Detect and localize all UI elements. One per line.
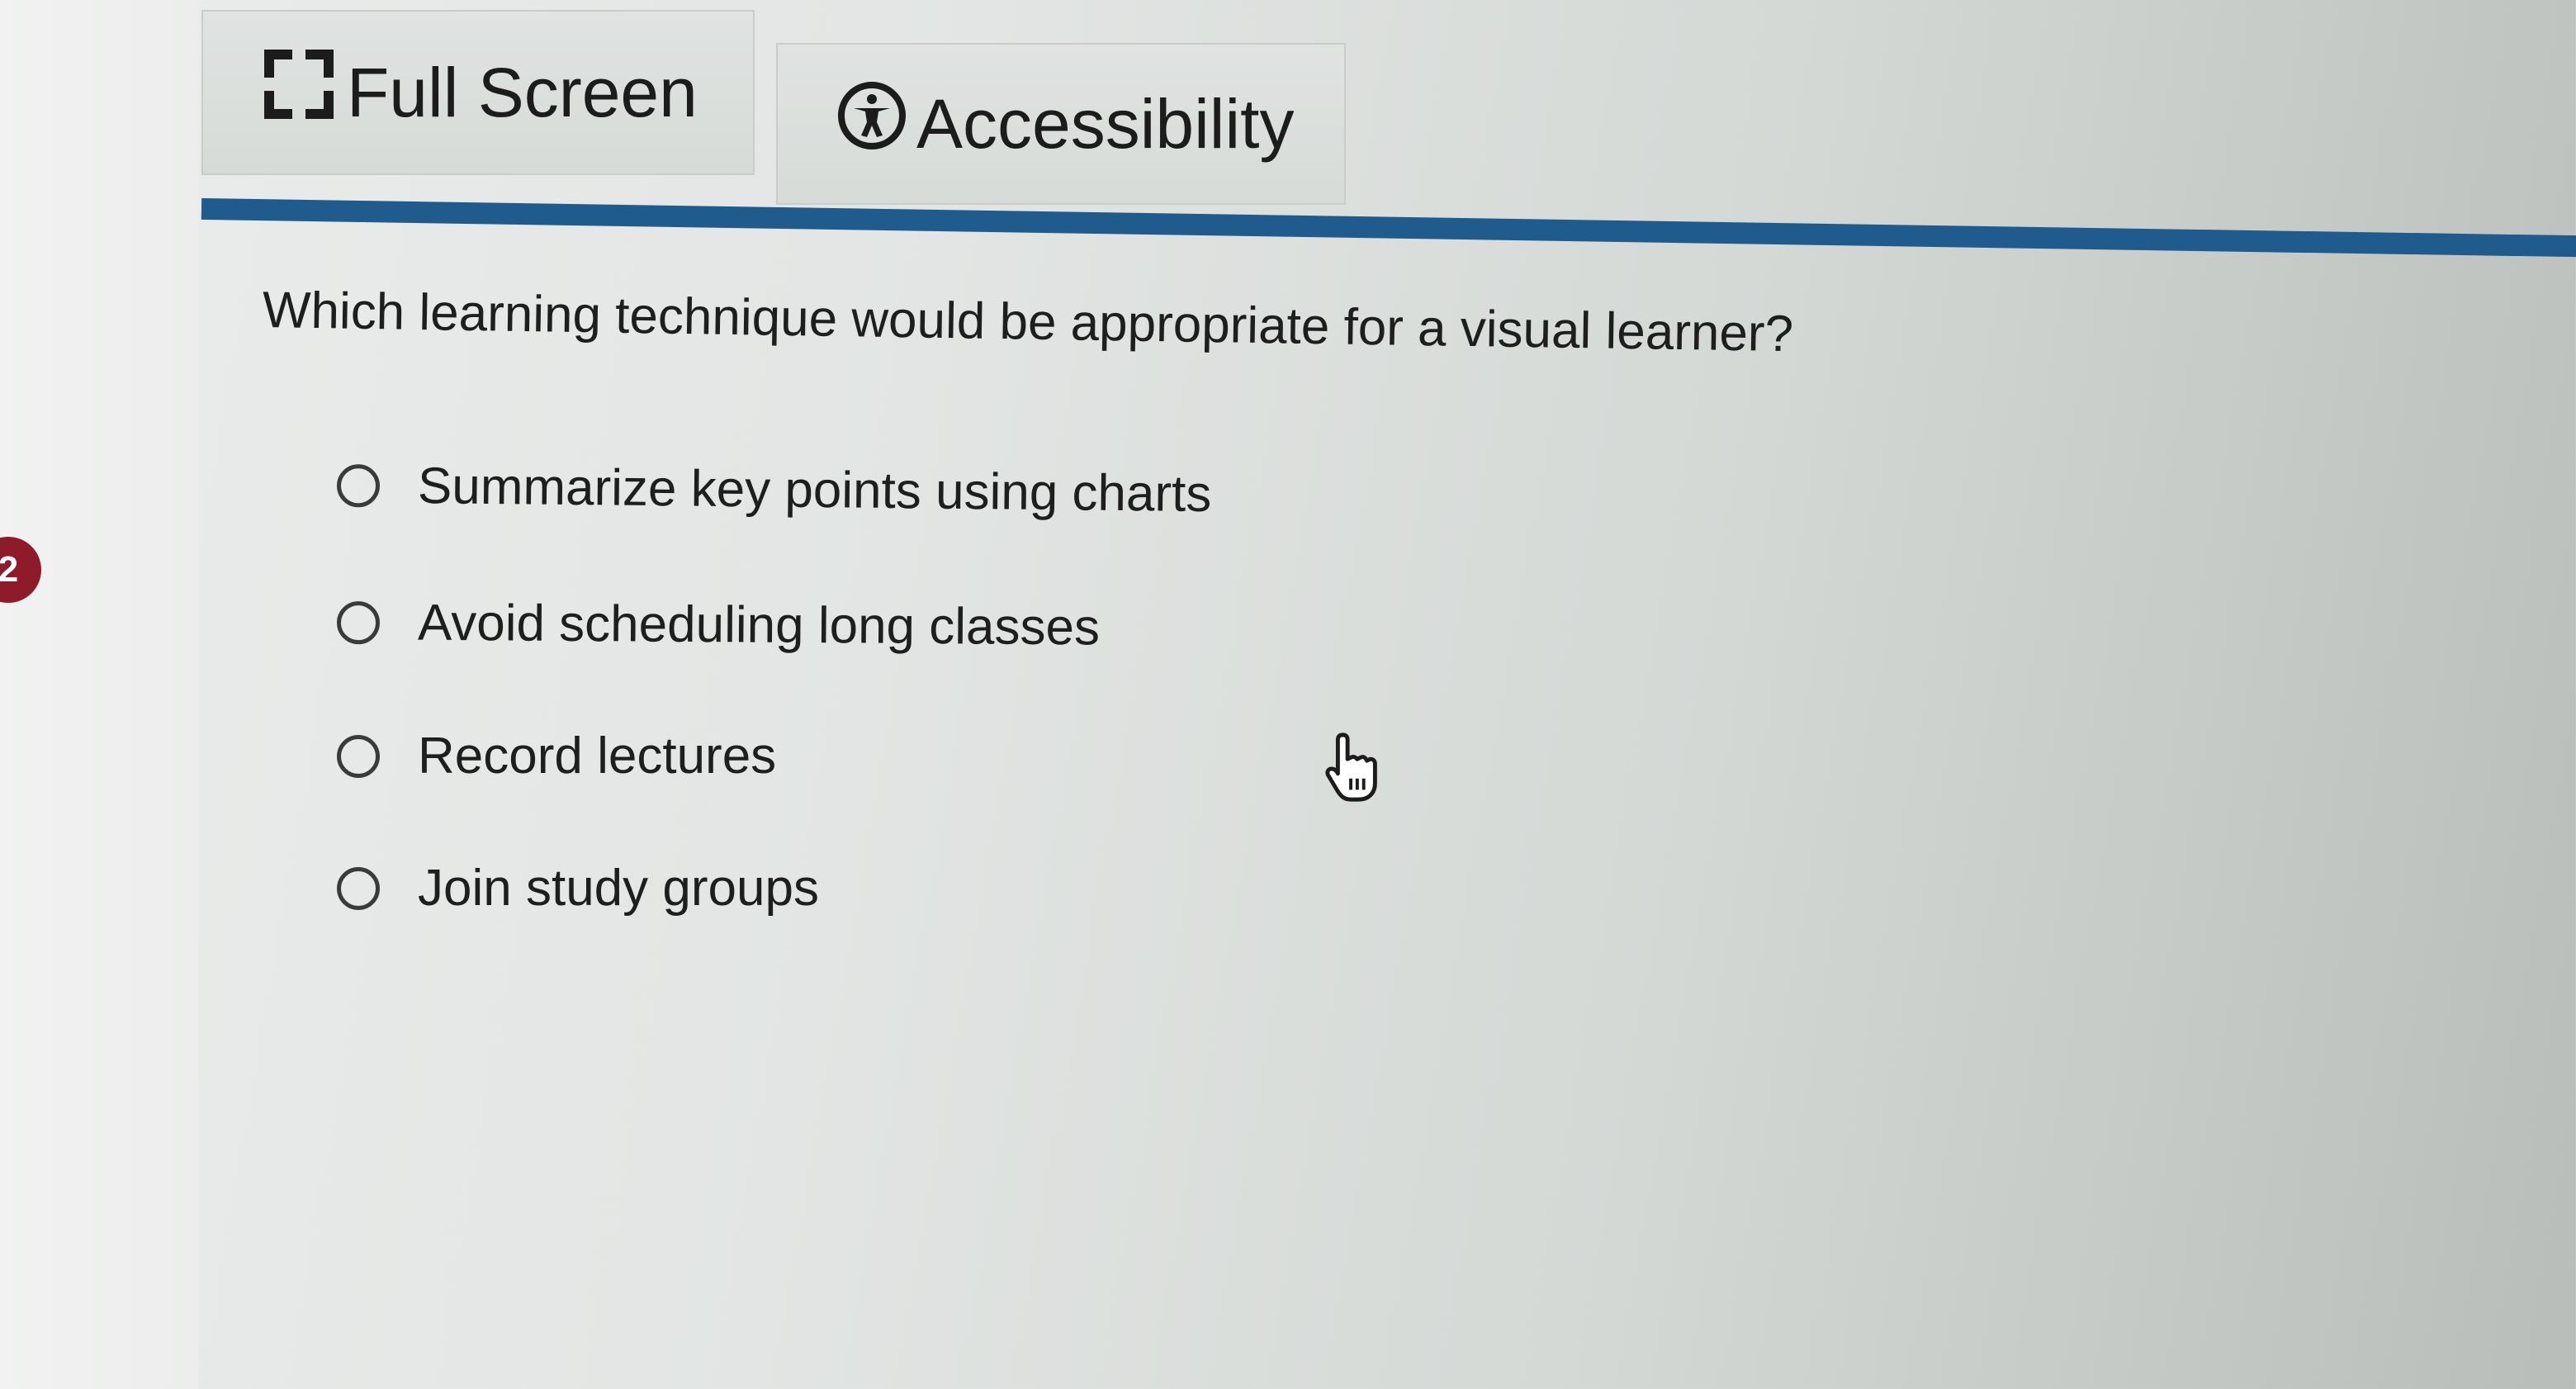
header-divider (201, 198, 2576, 258)
option-label: Record lectures (418, 728, 777, 785)
option-label: Join study groups (418, 860, 819, 917)
radio-button[interactable] (336, 463, 381, 508)
answer-option[interactable]: Avoid scheduling long classes (336, 593, 1101, 657)
full-screen-button[interactable]: Full Screen (201, 10, 755, 175)
answer-option[interactable]: Summarize key points using charts (336, 456, 1212, 524)
full-screen-label: Full Screen (347, 53, 698, 131)
accessibility-button[interactable]: Accessibility (776, 43, 1346, 205)
hand-cursor-icon (1325, 732, 1377, 802)
option-label: Summarize key points using charts (417, 457, 1212, 524)
radio-button[interactable] (337, 734, 380, 778)
radio-button[interactable] (337, 866, 380, 910)
accessibility-icon (837, 81, 907, 167)
radio-button[interactable] (336, 600, 381, 644)
question-text: Which learning technique would be approp… (262, 282, 1794, 363)
answer-option[interactable]: Join study groups (337, 859, 819, 917)
fullscreen-icon (261, 46, 337, 139)
accessibility-label: Accessibility (916, 84, 1295, 163)
answer-option[interactable]: Record lectures (337, 727, 776, 785)
option-label: Avoid scheduling long classes (417, 594, 1101, 657)
left-margin (0, 0, 198, 1389)
question-number: 2 (0, 549, 19, 590)
